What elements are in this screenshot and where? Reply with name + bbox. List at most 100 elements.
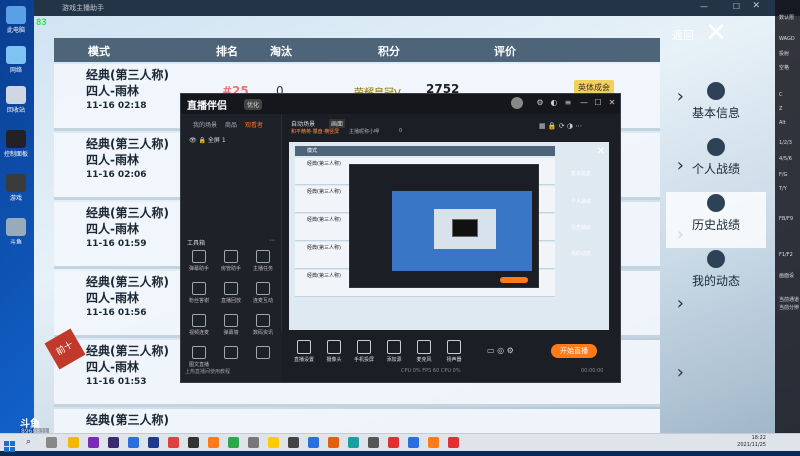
nav-my-activity[interactable]: 我的动态 — [666, 248, 766, 304]
activity-icon — [707, 250, 725, 268]
app-icon[interactable] — [308, 437, 319, 448]
tool-extra-1[interactable] — [217, 346, 245, 361]
desktop-icon-computer[interactable]: 此电脑 — [4, 6, 28, 34]
search-icon[interactable]: ⌕ — [26, 437, 37, 448]
desktop-icon-game[interactable]: 游戏 — [4, 174, 28, 202]
more-icon[interactable]: ⋯ — [269, 237, 275, 244]
app-icon[interactable] — [188, 437, 199, 448]
tab-scenes[interactable]: 我的场景 — [193, 120, 217, 129]
menu-icon[interactable]: ≡ — [563, 98, 573, 108]
app-icon[interactable] — [348, 437, 359, 448]
scene-item[interactable]: 👁 🔒 全屏 1 — [189, 135, 226, 144]
toolbar-icons[interactable]: ▦ 🔒 ⟳ ◑ ⋯ — [539, 122, 582, 130]
nav-history-record[interactable]: 历史战绩 — [666, 192, 766, 248]
back-label[interactable]: 返回 — [672, 27, 694, 43]
phone-cast-button[interactable]: 手机投屏 — [349, 340, 379, 363]
heart-icon — [192, 282, 206, 295]
explorer-icon[interactable] — [68, 437, 79, 448]
microphone-button[interactable]: 麦克风 — [409, 340, 439, 363]
tutorial-link[interactable]: 上热直播间使用教程 — [185, 368, 230, 375]
tool-room-manager[interactable]: 房管助手 — [217, 250, 245, 272]
chevron-right-icon[interactable]: › — [677, 362, 684, 383]
maximize-icon[interactable]: ☐ — [733, 2, 740, 11]
preview-row-text: 经典(第三人称) — [307, 217, 341, 223]
maximize-icon[interactable]: ☐ — [593, 98, 603, 108]
tab-goods[interactable]: 商品 — [225, 120, 237, 129]
app-icon[interactable] — [108, 437, 119, 448]
speaker-icon — [447, 340, 461, 354]
table-row[interactable]: 经典(第三人称) — [54, 409, 660, 433]
button-label: 麦克风 — [416, 357, 432, 363]
desktop-icon-douyu[interactable]: 斗鱼 — [4, 218, 28, 246]
desktop-icon-network[interactable]: 网络 — [4, 46, 28, 74]
camera-button[interactable]: 摄像头 — [319, 340, 349, 363]
close-icon[interactable]: ✕ — [607, 98, 617, 108]
desktop-icon-label: 回收站 — [6, 107, 25, 114]
close-icon[interactable]: ✕ — [752, 1, 760, 11]
desktop-icon-label: 游戏 — [9, 195, 22, 202]
minimize-icon[interactable]: — — [700, 2, 708, 11]
tab-screen[interactable]: 画面 — [329, 119, 346, 128]
app-icon[interactable] — [228, 437, 239, 448]
close-icon: ✕ — [596, 146, 605, 157]
app-icon[interactable] — [428, 437, 439, 448]
system-clock[interactable]: 18:22 2021/11/25 — [737, 435, 766, 449]
source-game[interactable]: 和平精英·攥盘·横竖屏 — [291, 128, 339, 135]
avatar[interactable] — [511, 97, 523, 109]
app-icon[interactable] — [448, 437, 459, 448]
row-mode-text: 经典(第三人称) — [86, 137, 169, 151]
tool-fans[interactable]: 粉丝答谢 — [185, 282, 213, 304]
extra-controls[interactable]: ▭ ◎ ⚙ — [487, 346, 514, 355]
tool-danmaku-wall[interactable]: 弹幕墙 — [217, 314, 245, 336]
nav-personal-record[interactable]: 个人战绩 — [666, 136, 766, 192]
add-source-button[interactable]: 添加源 — [379, 340, 409, 363]
stream-bottom-bar: 直播设置 摄像头 手机投屏 添加源 麦克风 扬声器 ▭ ◎ ⚙ 开始直播 CPU… — [281, 332, 620, 382]
close-icon[interactable]: ✕ — [702, 20, 730, 48]
app-icon[interactable] — [368, 437, 379, 448]
app-icon[interactable] — [268, 437, 279, 448]
taskview-icon[interactable] — [46, 437, 57, 448]
app-icon[interactable] — [128, 437, 139, 448]
row-time: 11-16 01:53 — [86, 377, 147, 387]
skin-icon[interactable]: ◐ — [549, 98, 559, 108]
tool-photo-live[interactable]: 图文直播 — [185, 346, 213, 368]
tool-extra-2[interactable] — [249, 346, 277, 361]
douyu-logo: 斗鱼 — [20, 419, 40, 430]
row-mode: 经典(第三人称) 四人-雨林 — [86, 205, 169, 237]
app-icon[interactable] — [388, 437, 399, 448]
app-icon[interactable] — [168, 437, 179, 448]
speaker-button[interactable]: 扬声器 — [439, 340, 469, 363]
app-icon[interactable] — [148, 437, 159, 448]
hotkey-line: T/Y — [779, 186, 787, 192]
scene-item-label: 全屏 1 — [207, 137, 226, 144]
user-icon — [224, 250, 238, 263]
minimize-icon[interactable]: — — [579, 98, 589, 108]
tool-danmaku[interactable]: 弹幕助手 — [185, 250, 213, 272]
tool-replay[interactable]: 直播回放 — [217, 282, 245, 304]
desktop-icon-control-panel[interactable]: 控制面板 — [4, 130, 28, 158]
app-icon[interactable] — [288, 437, 299, 448]
tool-video-lianmai[interactable]: 视频连麦 — [185, 314, 213, 336]
header-rank: 排名 — [216, 45, 238, 58]
app-icon[interactable] — [248, 437, 259, 448]
app-icon[interactable] — [208, 437, 219, 448]
desktop-icon-recycle-bin[interactable]: 回收站 — [4, 86, 28, 114]
tab-viewers[interactable]: 观看者 — [245, 120, 263, 129]
tool-tasks[interactable]: 主播任务 — [249, 250, 277, 272]
row-map: 四人-雨林 — [86, 84, 139, 98]
windows-start-icon[interactable] — [4, 437, 15, 452]
game-title: 游戏主播助手 — [62, 4, 104, 12]
go-live-button[interactable]: 开始直播 — [551, 344, 597, 358]
tool-info[interactable]: 数码资讯 — [249, 314, 277, 336]
tool-lianmai[interactable]: 连麦互动 — [249, 282, 277, 304]
nav-basic-info[interactable]: 基本信息 — [666, 80, 766, 136]
desktop-icon-label: 控制面板 — [4, 151, 29, 158]
settings-icon[interactable]: ⚙ — [535, 98, 545, 108]
tab-auto-scene[interactable]: 自动场景 — [291, 119, 315, 128]
app-icon[interactable] — [328, 437, 339, 448]
tool-label: 直播回放 — [220, 298, 241, 304]
app-icon[interactable] — [408, 437, 419, 448]
app-icon[interactable] — [88, 437, 99, 448]
danmaku-icon — [192, 250, 206, 263]
live-settings-button[interactable]: 直播设置 — [289, 340, 319, 363]
